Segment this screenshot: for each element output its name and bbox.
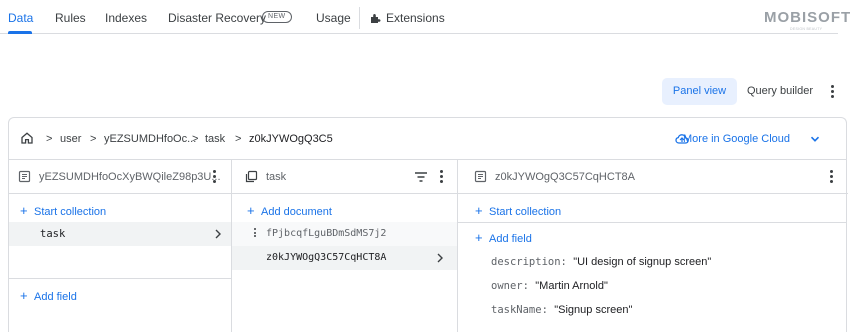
documents-column: task + Add document fPjbcqfLguBDmSdMS7j2 … [232, 160, 458, 332]
start-collection-button[interactable]: + Start collection [475, 203, 561, 218]
field-row[interactable]: owner: "Martin Arnold" [491, 280, 608, 292]
chevron-down-icon[interactable] [809, 133, 821, 145]
active-tab-indicator [8, 31, 32, 34]
list-item[interactable]: task [9, 222, 231, 246]
field-row[interactable]: description: "UI design of signup screen… [491, 256, 711, 268]
filter-icon[interactable] [415, 172, 427, 182]
document-icon [18, 170, 31, 183]
breadcrumb: > user > yEZSUMDHfoOc... > task > z0kJYW… [9, 118, 846, 160]
new-badge: NEW [262, 11, 292, 23]
start-collection-label: Start collection [34, 206, 107, 218]
add-field-label: Add field [489, 233, 532, 245]
column-header: yEZSUMDHfoOcXyBWQileZ98p3U... [9, 160, 231, 194]
drag-handle-icon [254, 228, 258, 239]
divider [9, 278, 231, 279]
document-id: fPjbcqfLguBDmSdMS7j2 [266, 228, 387, 239]
plus-icon: + [475, 203, 483, 218]
tab-rules[interactable]: Rules [55, 11, 86, 25]
start-collection-label: Start collection [489, 206, 562, 218]
field-key: description [491, 256, 561, 268]
field-value: "Martin Arnold" [535, 280, 608, 292]
breadcrumb-separator: > [235, 133, 242, 145]
add-document-label: Add document [261, 206, 332, 218]
field-row[interactable]: taskName: "Signup screen" [491, 304, 632, 316]
google-cloud-link[interactable]: More in Google Cloud [683, 133, 790, 145]
collection-column: yEZSUMDHfoOcXyBWQileZ98p3U... + Start col… [9, 160, 232, 332]
start-collection-button[interactable]: + Start collection [20, 203, 106, 218]
data-panel: > user > yEZSUMDHfoOc... > task > z0kJYW… [8, 117, 848, 332]
breadcrumb-current: z0kJYWOgQ3C5 [249, 133, 333, 145]
document-id: z0kJYWOgQ3C57CqHCT8A [266, 252, 387, 263]
plus-icon: + [20, 288, 28, 303]
breadcrumb-separator: > [192, 133, 199, 145]
plus-icon: + [475, 230, 483, 245]
add-document-button[interactable]: + Add document [247, 203, 332, 218]
brand-tagline: DESIGN BEAUTY [790, 27, 823, 31]
document-icon [474, 170, 487, 183]
extensions-icon [371, 14, 381, 23]
field-key: taskName [491, 304, 542, 316]
tab-disaster-recovery[interactable]: Disaster Recovery [168, 11, 266, 25]
field-key: owner [491, 280, 523, 292]
query-builder-button[interactable]: Query builder [742, 78, 818, 105]
collection-name: task [40, 228, 66, 240]
column-title: task [266, 171, 287, 183]
chevron-right-icon [215, 229, 221, 239]
tab-indexes[interactable]: Indexes [105, 11, 147, 25]
field-value: "UI design of signup screen" [573, 256, 712, 268]
list-item[interactable]: fPjbcqfLguBDmSdMS7j2 [232, 222, 457, 246]
breadcrumb-item[interactable]: task [205, 133, 225, 145]
tab-data[interactable]: Data [8, 11, 33, 25]
column-more-icon[interactable] [213, 170, 217, 185]
tab-usage[interactable]: Usage [316, 11, 351, 25]
add-field-label: Add field [34, 291, 77, 303]
divider [458, 222, 847, 223]
column-more-icon[interactable] [830, 170, 834, 185]
list-item[interactable]: z0kJYWOgQ3C57CqHCT8A [232, 246, 457, 270]
brand-logo: MOBISOFT [764, 9, 852, 26]
chevron-right-icon [437, 253, 443, 263]
tab-divider [359, 7, 360, 29]
toolbar-more-icon[interactable] [831, 85, 835, 100]
breadcrumb-item[interactable]: user [60, 133, 81, 145]
breadcrumb-separator: > [46, 133, 53, 145]
collection-icon [245, 170, 258, 183]
home-icon[interactable] [20, 131, 34, 145]
column-header: task [232, 160, 457, 194]
add-field-button[interactable]: + Add field [20, 288, 77, 303]
plus-icon: + [20, 203, 28, 218]
add-field-button[interactable]: + Add field [475, 230, 532, 245]
column-more-icon[interactable] [440, 170, 444, 185]
column-header: z0kJYWOgQ3C57CqHCT8A [458, 160, 848, 194]
tab-extensions[interactable]: Extensions [386, 11, 445, 25]
column-title: z0kJYWOgQ3C57CqHCT8A [495, 171, 635, 183]
column-title: yEZSUMDHfoOcXyBWQileZ98p3U... [39, 171, 221, 183]
plus-icon: + [247, 203, 255, 218]
breadcrumb-separator: > [90, 133, 97, 145]
panel-view-button[interactable]: Panel view [662, 78, 737, 105]
top-tab-bar: Data Rules Indexes Disaster Recovery NEW… [0, 0, 850, 34]
breadcrumb-item[interactable]: yEZSUMDHfoOc... [104, 133, 196, 145]
document-fields-column: z0kJYWOgQ3C57CqHCT8A + Start collection +… [458, 160, 848, 332]
field-value: "Signup screen" [554, 304, 633, 316]
